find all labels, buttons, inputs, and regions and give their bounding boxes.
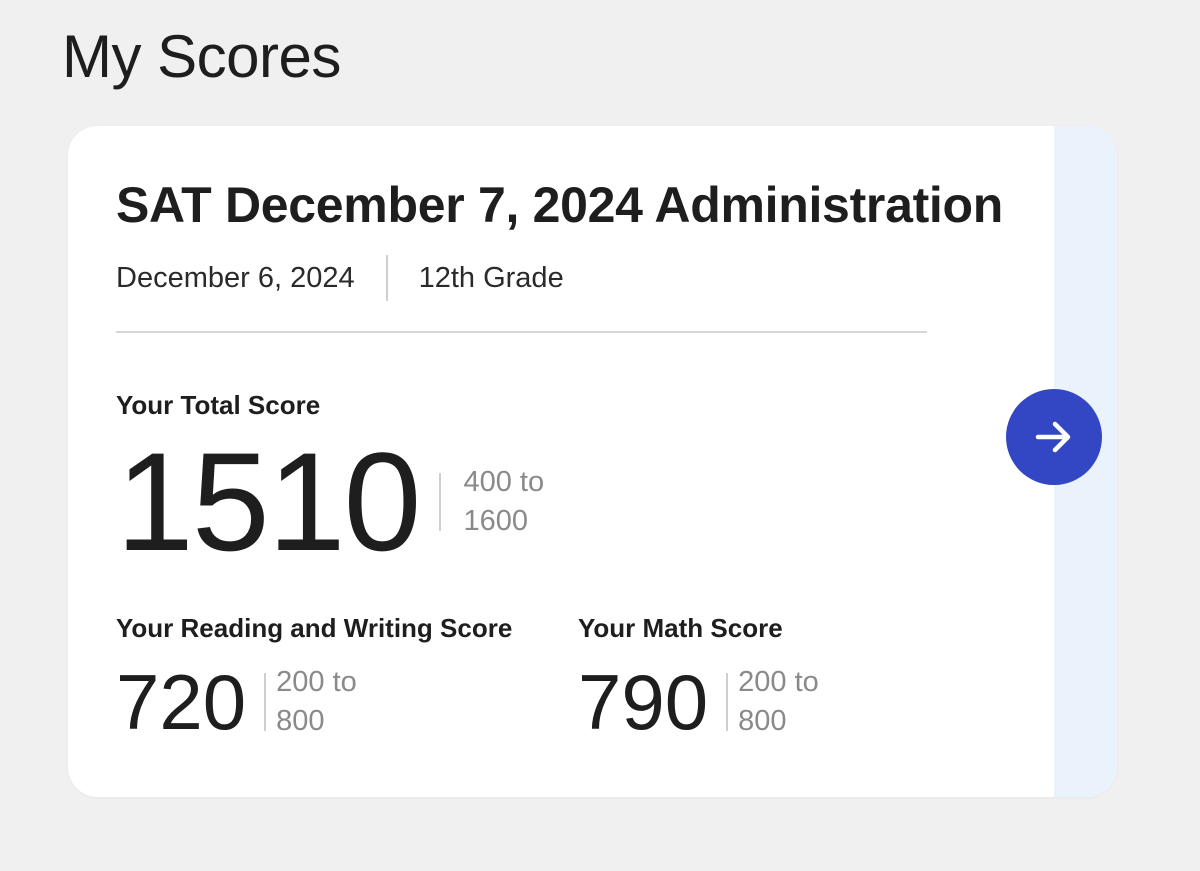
view-details-button[interactable] <box>1006 389 1102 485</box>
total-score-range: 400 to 1600 <box>439 463 544 541</box>
range-divider <box>726 673 729 731</box>
math-score-block: 790 200 to 800 <box>578 663 819 741</box>
score-card[interactable]: SAT December 7, 2024 Administration Dece… <box>68 126 1117 797</box>
meta-divider <box>385 255 388 301</box>
math-score-range: 200 to 800 <box>726 663 819 741</box>
reading-writing-score-block: 720 200 to 800 <box>116 663 357 741</box>
test-date: December 6, 2024 <box>116 261 355 294</box>
range-divider <box>264 673 267 731</box>
total-range-line2: 1600 <box>463 505 528 537</box>
total-score-label: Your Total Score <box>116 390 321 420</box>
section-divider <box>116 331 927 333</box>
card-content: SAT December 7, 2024 Administration Dece… <box>68 126 1054 797</box>
reading-writing-score-value: 720 <box>116 658 247 746</box>
grade-level: 12th Grade <box>418 261 564 294</box>
total-score-value: 1510 <box>116 423 421 580</box>
math-range-line1: 200 to <box>738 666 819 698</box>
administration-title: SAT December 7, 2024 Administration <box>116 177 1004 233</box>
reading-writing-score-range: 200 to 800 <box>264 663 357 741</box>
math-range-line2: 800 <box>738 705 787 737</box>
math-score-value: 790 <box>578 658 709 746</box>
reading-writing-score-label: Your Reading and Writing Score <box>116 613 513 643</box>
total-score-block: 1510 400 to 1600 <box>116 432 544 572</box>
page-title: My Scores <box>62 23 341 90</box>
test-meta-row: December 6, 2024 12th Grade <box>116 254 564 302</box>
arrow-right-icon <box>1035 421 1071 453</box>
math-score-label: Your Math Score <box>578 613 783 643</box>
range-divider <box>439 473 442 531</box>
reading-writing-range-line1: 200 to <box>276 666 357 698</box>
total-range-line1: 400 to <box>463 466 545 498</box>
reading-writing-range-line2: 800 <box>276 705 325 737</box>
